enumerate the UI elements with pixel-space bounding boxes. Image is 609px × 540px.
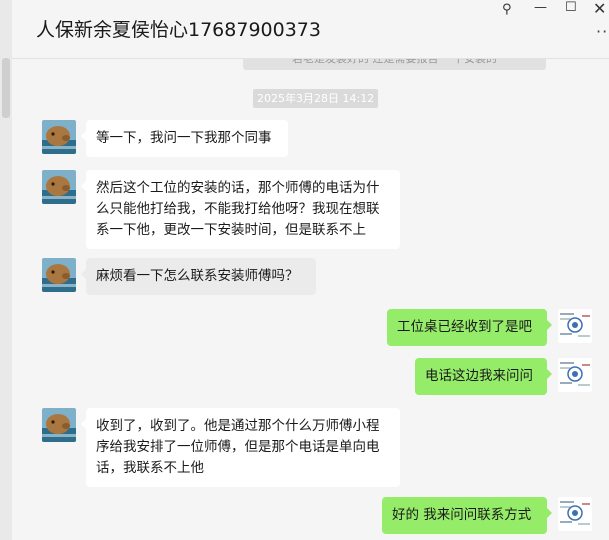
my-avatar[interactable]: [558, 358, 592, 392]
capybara-avatar-icon: [42, 258, 76, 292]
my-avatar[interactable]: [558, 497, 592, 531]
contact-avatar[interactable]: [42, 258, 76, 292]
chat-message-area: 若老是发装好的 还是需要报告 一下安装的 2025年3月28日 14:12 等一…: [12, 59, 609, 540]
message-timestamp: 2025年3月28日 14:12: [253, 89, 379, 108]
chat-title: 人保新余夏侯怡心17687900373: [36, 19, 321, 41]
capybara-avatar-icon: [42, 120, 76, 154]
close-icon[interactable]: ✕: [593, 0, 606, 18]
document-avatar-icon: [558, 358, 592, 392]
message-bubble-outgoing[interactable]: 电话这边我来问问: [415, 358, 552, 395]
left-scrollbar-thumb[interactable]: [2, 58, 10, 118]
message-bubble-incoming[interactable]: 麻烦看一下怎么联系安装师傅吗？: [81, 258, 316, 295]
maximize-icon[interactable]: ☐: [565, 0, 577, 15]
document-avatar-icon: [558, 309, 592, 343]
message-bubble-outgoing[interactable]: 好的 我来问问联系方式: [382, 497, 552, 534]
message-bubble-incoming[interactable]: 等一下，我问一下我那个同事: [81, 120, 288, 157]
contact-avatar[interactable]: [42, 170, 76, 204]
document-avatar-icon: [558, 497, 592, 531]
minimize-icon[interactable]: —: [534, 0, 547, 15]
contact-avatar[interactable]: [42, 120, 76, 154]
message-bubble-incoming[interactable]: 收到了，收到了。他是通过那个什么万师傅小程序给我安排了一位师傅，但是那个电话是单…: [81, 408, 400, 487]
left-scroll-strip: [0, 0, 12, 540]
my-avatar[interactable]: [558, 309, 592, 343]
capybara-avatar-icon: [42, 408, 76, 442]
message-bubble-outgoing[interactable]: 工位桌已经收到了是吧: [387, 309, 552, 346]
message-bubble-incoming[interactable]: 然后这个工位的安装的话，那个师傅的电话为什么只能他打给我，不能我打给他呀？我现在…: [81, 170, 400, 249]
capybara-avatar-icon: [42, 170, 76, 204]
more-options-icon[interactable]: ···: [596, 22, 609, 41]
pin-icon[interactable]: ⚲: [502, 2, 512, 17]
previous-message-fragment: 若老是发装好的 还是需要报告 一下安装的: [243, 59, 546, 70]
contact-avatar[interactable]: [42, 408, 76, 442]
title-bar: 人保新余夏侯怡心17687900373 ⚲ — ☐ ✕ ···: [12, 0, 609, 59]
